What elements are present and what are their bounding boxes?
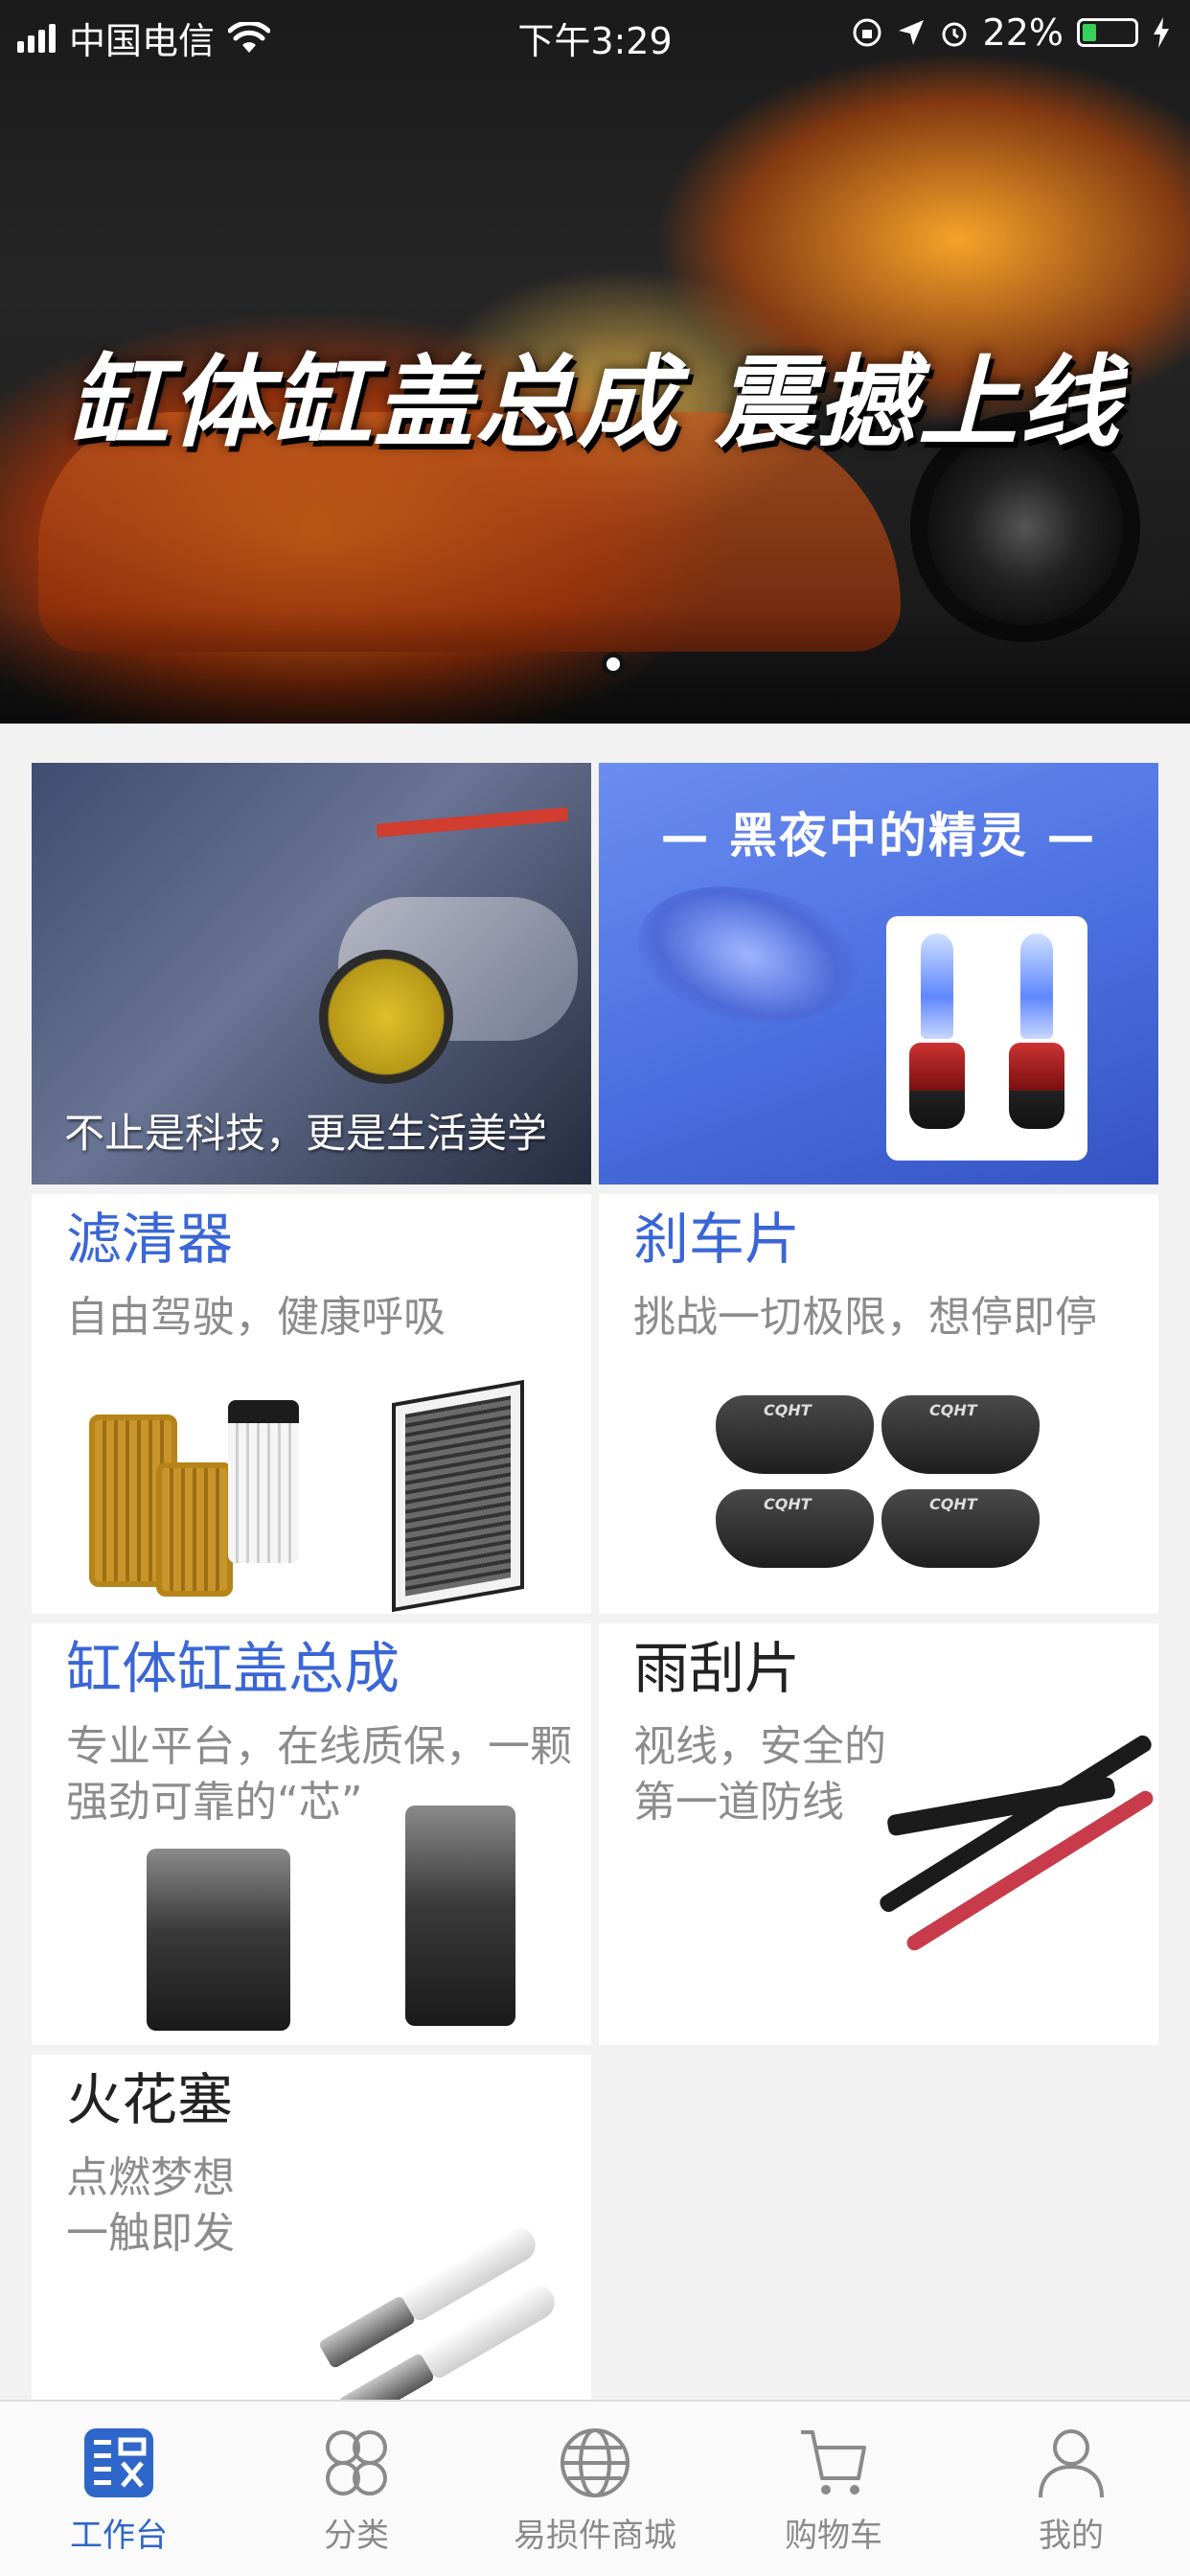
headlight-image (620, 853, 875, 1056)
tab-label: 工作台 (70, 2517, 168, 2555)
tab-workbench[interactable]: 工作台 (23, 2425, 215, 2556)
bottom-tab-bar: 工作台 分类 易损件商城 购物车 我的 (0, 2400, 1190, 2576)
tab-mine[interactable]: 我的 (975, 2425, 1167, 2556)
battery-percent: 22% (982, 12, 1064, 54)
product-card-brake-pads[interactable]: 刹车片 挑战一切极限，想停即停 CQHT CQHT CQHT CQHT (599, 1194, 1158, 1614)
globe-icon (557, 2425, 633, 2501)
tab-cart[interactable]: 购物车 (738, 2425, 929, 2556)
wiper-product-image (599, 1623, 1158, 2045)
product-card-wiper-blade[interactable]: 雨刮片 视线，安全的 第一道防线 (599, 1623, 1158, 2045)
category-icon (318, 2425, 395, 2501)
tab-label: 分类 (324, 2517, 389, 2555)
engine-product-image (32, 1623, 591, 2045)
status-bar: 中国电信 下午3:29 22% (0, 0, 1190, 67)
tab-label: 购物车 (785, 2517, 882, 2555)
product-card-filter[interactable]: 滤清器 自由驾驶，健康呼吸 (32, 1194, 591, 1614)
workbench-icon (80, 2425, 157, 2501)
tab-label: 易损件商城 (514, 2517, 676, 2555)
charging-icon (1154, 17, 1169, 48)
carousel-page-indicator[interactable] (602, 653, 625, 676)
product-card-engine-block[interactable]: 缸体缸盖总成 专业平台，在线质保，一颗强劲可靠的“芯” (32, 1623, 591, 2045)
promo-card-car-care[interactable]: 不止是科技，更是生活美学 (32, 763, 591, 1184)
tab-parts-mall[interactable]: 易损件商城 (499, 2425, 691, 2556)
location-icon (898, 20, 924, 45)
tab-category[interactable]: 分类 (261, 2425, 452, 2556)
hero-banner[interactable]: 缸体缸盖总成 震撼上线 (0, 0, 1190, 724)
polishing-pad-image (319, 950, 453, 1084)
filter-product-image (32, 1194, 591, 1614)
alarm-icon (942, 22, 967, 47)
promo-right-title: — 黑夜中的精灵 — (660, 808, 1097, 863)
bulb-product-image (886, 916, 1087, 1161)
promo-card-headlight-bulbs[interactable]: — 黑夜中的精灵 — (599, 763, 1158, 1184)
app-screen: 缸体缸盖总成 震撼上线 中国电信 下午3:29 22% 不止是科技，更是生活美学… (0, 0, 1190, 2576)
promo-left-caption: 不止是科技，更是生活美学 (64, 1110, 548, 1157)
battery-icon (1077, 18, 1138, 47)
banner-headline: 缸体缸盖总成 震撼上线 (68, 344, 1122, 461)
cart-icon (795, 2425, 872, 2501)
person-icon (1033, 2425, 1110, 2501)
brake-pad-product-image: CQHT CQHT CQHT CQHT (599, 1194, 1158, 1614)
product-card-spark-plug[interactable]: 火花塞 点燃梦想 一触即发 (32, 2055, 591, 2400)
orientation-lock-icon (853, 18, 881, 47)
tab-label: 我的 (1039, 2517, 1104, 2555)
spark-plug-product-image (32, 2055, 591, 2400)
